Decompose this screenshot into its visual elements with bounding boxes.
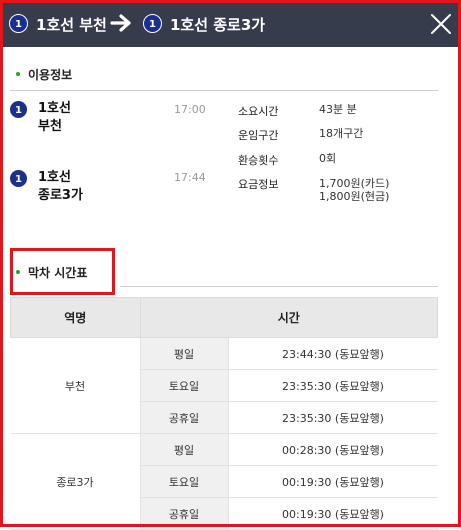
time-cell: 23:35:30 (동묘앞행) xyxy=(228,369,438,402)
line-1-badge: 1 xyxy=(9,169,28,188)
station-cell: 부천 xyxy=(10,337,141,434)
arrival-time: 17:44 xyxy=(174,171,206,184)
line-1-badge: 1 xyxy=(9,14,28,33)
table-row: 종로3가 평일 00:28:30 (동묘앞행) xyxy=(10,433,438,530)
fare-section-value: 18개구간 xyxy=(319,127,364,140)
arrival-line: 1호선 xyxy=(38,170,71,185)
day-cell: 토요일 xyxy=(140,465,229,498)
travel-time-label: 소요시간 xyxy=(238,105,279,118)
last-train-timetable: 역명 시간 부천 평일 23:44:30 (동묘앞행) 토요일 23:35:30… xyxy=(10,297,438,530)
day-cell: 공휴일 xyxy=(140,401,229,434)
highlight-box xyxy=(10,248,115,295)
day-cell: 토요일 xyxy=(140,369,229,402)
info-section-title: 이용정보 xyxy=(16,66,72,83)
day-cell: 평일 xyxy=(140,433,229,466)
departure-line: 1호선 xyxy=(38,101,71,116)
day-cell: 평일 xyxy=(140,337,229,370)
bullet-icon xyxy=(16,71,20,76)
time-cell: 23:44:30 (동묘앞행) xyxy=(228,337,438,370)
time-cell: 00:28:30 (동묘앞행) xyxy=(228,433,438,466)
arrival-station: 1호선 종로3가 xyxy=(38,169,83,205)
arrival-name: 종로3가 xyxy=(38,188,83,203)
col-time-header: 시간 xyxy=(139,297,438,338)
arrival-station-title: 1호선 종로3가 xyxy=(170,16,266,34)
table-row: 부천 평일 23:44:30 (동묘앞행) xyxy=(10,337,438,434)
fare-section-label: 운임구간 xyxy=(238,129,279,142)
day-cell: 공휴일 xyxy=(140,497,229,530)
time-cell: 00:19:30 (동묘앞행) xyxy=(228,465,438,498)
col-station-header: 역명 xyxy=(10,297,141,338)
line-1-badge: 1 xyxy=(143,14,162,33)
time-cell: 00:19:30 (동묘앞행) xyxy=(228,497,438,530)
departure-station-title: 1호선 부천 xyxy=(36,16,107,34)
fare-card: 1,700원(카드) xyxy=(319,177,390,190)
travel-time-value: 43분 분 xyxy=(319,103,357,116)
close-icon[interactable] xyxy=(430,13,452,35)
departure-time: 17:00 xyxy=(174,103,206,116)
fare-info-value: 1,700원(카드) 1,800원(현금) xyxy=(319,177,389,203)
time-cell: 23:35:30 (동묘앞행) xyxy=(228,401,438,434)
divider xyxy=(120,286,438,287)
departure-name: 부천 xyxy=(38,119,62,134)
station-cell: 종로3가 xyxy=(10,433,141,530)
divider xyxy=(10,90,438,91)
fare-info-label: 요금정보 xyxy=(238,178,279,191)
arrow-right-icon xyxy=(110,14,131,32)
info-section-label: 이용정보 xyxy=(28,68,73,82)
transfer-count-value: 0회 xyxy=(319,152,337,165)
line-1-badge: 1 xyxy=(9,100,28,119)
transfer-count-label: 환승횟수 xyxy=(238,154,279,167)
fare-cash: 1,800원(현금) xyxy=(319,190,390,203)
popup-header: 1 1호선 부천 1 1호선 종로3가 xyxy=(0,0,461,47)
departure-station: 1호선 부천 xyxy=(38,100,71,136)
